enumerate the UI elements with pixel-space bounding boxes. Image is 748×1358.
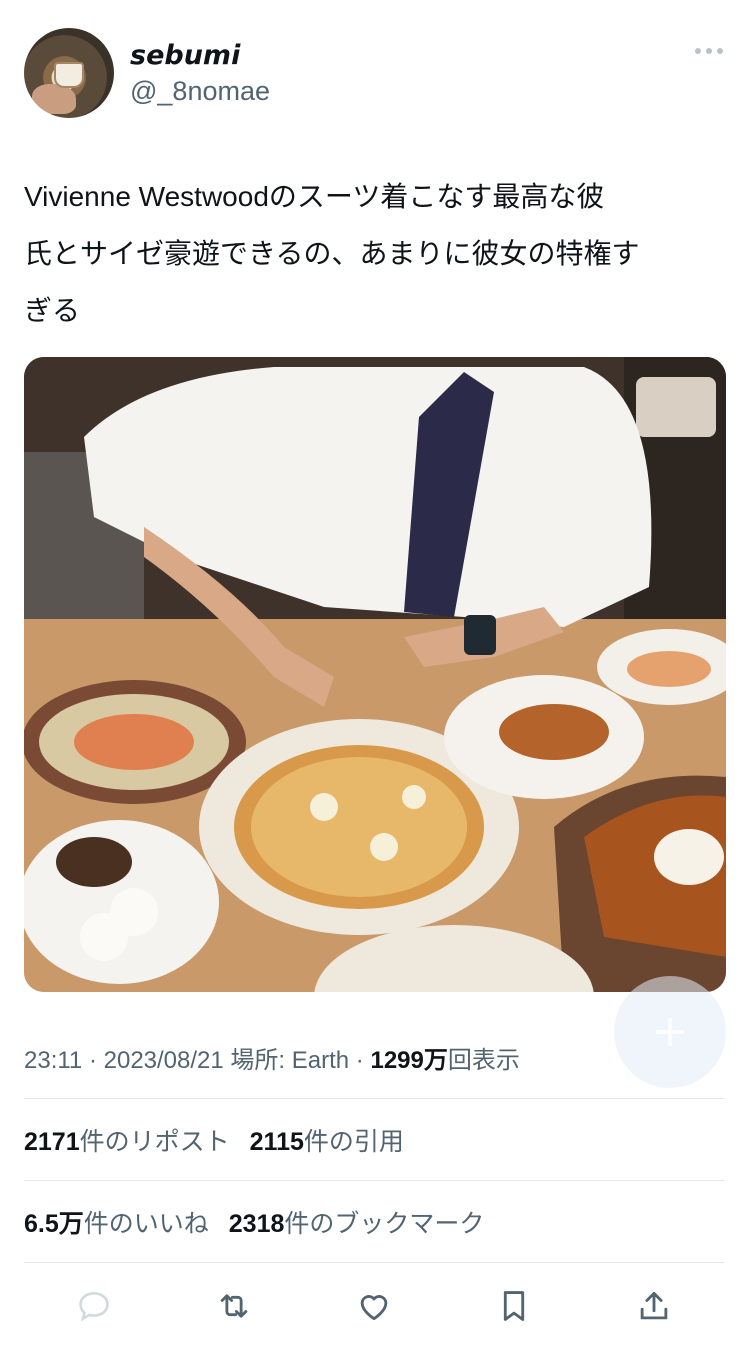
tweet-date[interactable]: 2023/08/21 [104,1047,224,1074]
bookmarks-stat[interactable]: 2318件のブックマーク [229,1204,485,1240]
likes-count: 6.5万 [24,1210,84,1238]
divider [24,1180,724,1181]
author-display-name[interactable]: sebumi [130,40,240,71]
reposts-label: 件のリポスト [79,1128,230,1156]
action-bar [24,1276,724,1336]
tweet-text: Vivienne Westwoodのスーツ着こなす最高な彼 氏とサイゼ豪遊できる… [24,168,724,339]
quotes-label: 件の引用 [303,1128,404,1156]
bookmarks-label: 件のブックマーク [284,1210,485,1238]
tweet-header: sebumi @_8nomae [24,28,724,118]
repost-icon [220,1294,248,1318]
heart-icon [360,1295,388,1321]
tweet-time[interactable]: 23:11 [24,1047,82,1074]
plus-icon-vertical [668,1018,672,1046]
tweet-photo[interactable] [24,357,726,992]
reposts-stat[interactable]: 2171件のリポスト [24,1122,230,1158]
divider [24,1098,724,1099]
divider [24,1262,724,1263]
likes-label: 件のいいね [83,1210,209,1238]
views-label: 回表示 [447,1047,520,1074]
meta-separator: · [88,1047,104,1074]
photo-illustration [24,357,726,992]
tweet-text-line: Vivienne Westwoodのスーツ着こなす最高な彼 [24,181,605,212]
views-count: 1299万 [370,1047,448,1074]
tweet-text-line: ぎる [24,295,81,326]
share-icon [640,1291,668,1320]
likes-stat[interactable]: 6.5万件のいいね [24,1204,209,1240]
compose-button[interactable] [614,976,726,1088]
author-handle[interactable]: @_8nomae [130,76,270,107]
quotes-count: 2115 [249,1128,304,1156]
reply-button[interactable] [70,1282,118,1330]
quotes-stat[interactable]: 2115件の引用 [250,1122,404,1158]
bookmark-icon [503,1291,525,1321]
avatar-hand [32,84,76,114]
stats-row-likes: 6.5万件のいいね 2318件のブックマーク [24,1204,484,1240]
share-button[interactable] [630,1282,678,1330]
stats-row-reposts: 2171件のリポスト 2115件の引用 [24,1122,404,1158]
bookmark-button[interactable] [490,1282,538,1330]
reposts-count: 2171 [24,1128,80,1156]
repost-button[interactable] [210,1282,258,1330]
avatar[interactable] [24,28,114,118]
like-button[interactable] [350,1282,398,1330]
tweet-meta: 23:11 · 2023/08/21 場所: Earth · 1299万回表示 [24,1040,520,1075]
tweet-location: 場所: Earth [230,1047,350,1074]
avatar-cup [54,62,84,88]
tweet-text-line: 氏とサイゼ豪遊できるの、あまりに彼女の特権す [24,238,640,269]
reply-icon [79,1292,109,1322]
more-horizontal-icon[interactable] [694,44,724,58]
bookmarks-count: 2318 [228,1210,285,1238]
meta-separator: · [355,1047,371,1074]
